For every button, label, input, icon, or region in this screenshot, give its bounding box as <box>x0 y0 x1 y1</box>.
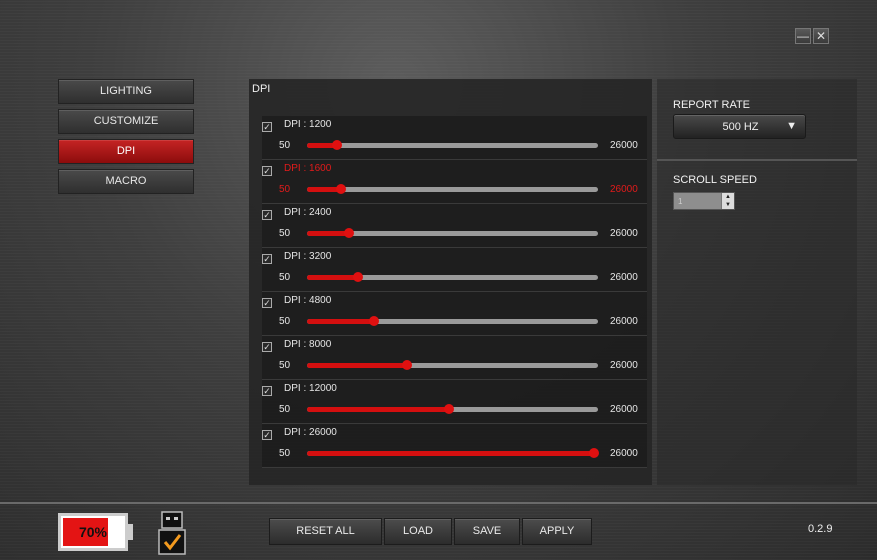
dpi-slider-thumb[interactable] <box>331 140 342 150</box>
report-rate-label: REPORT RATE <box>673 99 751 111</box>
dpi-slider[interactable] <box>307 316 598 326</box>
dpi-max-label: 26000 <box>610 272 638 283</box>
dpi-row: ✓ DPI : 1200 50 26000 <box>262 116 647 160</box>
dpi-level-label: DPI : 1200 <box>284 119 332 130</box>
save-button[interactable]: SAVE <box>454 518 520 545</box>
dpi-min-label: 50 <box>279 184 291 195</box>
dpi-min-label: 50 <box>279 360 291 371</box>
dpi-level-label: DPI : 8000 <box>284 339 332 350</box>
dpi-slider-fill <box>307 363 408 368</box>
nav-dpi[interactable]: DPI <box>58 139 194 164</box>
dpi-slider[interactable] <box>307 272 598 282</box>
dpi-level-label: DPI : 26000 <box>284 427 337 438</box>
version-label: 0.2.9 <box>808 523 833 535</box>
dpi-slider[interactable] <box>307 184 598 194</box>
dpi-level-list: ✓ DPI : 1200 50 26000 ✓ DPI : 1600 50 26… <box>262 116 647 468</box>
dpi-slider-fill <box>307 407 449 412</box>
dpi-min-label: 50 <box>279 228 291 239</box>
dpi-enable-checkbox[interactable]: ✓ <box>262 254 272 264</box>
dpi-slider-fill <box>307 275 358 280</box>
dpi-slider[interactable] <box>307 140 598 150</box>
spinbox-buttons: ▲ ▼ <box>721 193 734 209</box>
dpi-enable-checkbox[interactable]: ✓ <box>262 122 272 132</box>
dpi-slider-fill <box>307 451 594 456</box>
dpi-row: ✓ DPI : 2400 50 26000 <box>262 204 647 248</box>
dpi-slider-thumb[interactable] <box>589 448 599 458</box>
minimize-button[interactable]: — <box>795 28 811 44</box>
dpi-slider-fill <box>307 231 350 236</box>
scroll-speed-value: 1 <box>678 197 683 206</box>
dpi-row: ✓ DPI : 4800 50 26000 <box>262 292 647 336</box>
dpi-min-label: 50 <box>279 272 291 283</box>
dpi-slider-thumb[interactable] <box>402 360 413 370</box>
dpi-max-label: 26000 <box>610 228 638 239</box>
dpi-max-label: 26000 <box>610 448 638 459</box>
dpi-enable-checkbox[interactable]: ✓ <box>262 342 272 352</box>
dropdown-arrow-icon: ▼ <box>786 120 797 132</box>
nav-macro[interactable]: MACRO <box>58 169 194 194</box>
dpi-max-label: 26000 <box>610 184 638 195</box>
dpi-slider-thumb[interactable] <box>336 184 347 194</box>
dpi-row: ✓ DPI : 1600 50 26000 <box>262 160 647 204</box>
dpi-min-label: 50 <box>279 448 291 459</box>
dpi-slider-thumb[interactable] <box>344 228 355 238</box>
dpi-level-label: DPI : 4800 <box>284 295 332 306</box>
close-button[interactable]: ✕ <box>813 28 829 44</box>
report-rate-dropdown[interactable]: 500 HZ ▼ <box>673 114 806 139</box>
dpi-panel: DPI ✓ DPI : 1200 50 26000 ✓ DPI : 1600 5… <box>249 79 652 485</box>
scroll-speed-label: SCROLL SPEED <box>673 174 757 186</box>
battery-percent: 70% <box>78 524 108 540</box>
dpi-slider-thumb[interactable] <box>369 316 380 326</box>
load-button[interactable]: LOAD <box>384 518 452 545</box>
dpi-min-label: 50 <box>279 140 291 151</box>
footer-divider <box>0 502 877 504</box>
dpi-level-label: DPI : 12000 <box>284 383 337 394</box>
dpi-min-label: 50 <box>279 404 291 415</box>
dpi-slider-fill <box>307 319 375 324</box>
dpi-max-label: 26000 <box>610 404 638 415</box>
usb-connected-check-icon <box>156 510 188 556</box>
settings-panel: REPORT RATE 500 HZ ▼ SCROLL SPEED 1 ▲ ▼ <box>657 79 857 485</box>
dpi-enable-checkbox[interactable]: ✓ <box>262 298 272 308</box>
dpi-max-label: 26000 <box>610 360 638 371</box>
dpi-level-label: DPI : 3200 <box>284 251 332 262</box>
nav-customize[interactable]: CUSTOMIZE <box>58 109 194 134</box>
dpi-enable-checkbox[interactable]: ✓ <box>262 166 272 176</box>
dpi-row: ✓ DPI : 3200 50 26000 <box>262 248 647 292</box>
spin-up-arrow-icon[interactable]: ▲ <box>722 193 734 201</box>
dpi-slider[interactable] <box>307 228 598 238</box>
dpi-enable-checkbox[interactable]: ✓ <box>262 386 272 396</box>
settings-divider <box>657 159 857 161</box>
dpi-slider[interactable] <box>307 360 598 370</box>
nav-lighting[interactable]: LIGHTING <box>58 79 194 104</box>
dpi-panel-title: DPI <box>252 83 271 95</box>
reset-all-button[interactable]: RESET ALL <box>269 518 382 545</box>
dpi-level-label: DPI : 1600 <box>284 163 332 174</box>
dpi-slider-thumb[interactable] <box>443 404 454 414</box>
dpi-row: ✓ DPI : 26000 50 26000 <box>262 424 647 468</box>
dpi-min-label: 50 <box>279 316 291 327</box>
dpi-row: ✓ DPI : 8000 50 26000 <box>262 336 647 380</box>
dpi-slider[interactable] <box>307 448 599 458</box>
dpi-row: ✓ DPI : 12000 50 26000 <box>262 380 647 424</box>
dpi-slider[interactable] <box>307 404 598 414</box>
battery-indicator: 70% <box>58 513 128 551</box>
dpi-slider-thumb[interactable] <box>352 272 363 282</box>
dpi-max-label: 26000 <box>610 316 638 327</box>
dpi-level-label: DPI : 2400 <box>284 207 332 218</box>
dpi-max-label: 26000 <box>610 140 638 151</box>
side-nav: LIGHTING CUSTOMIZE DPI MACRO <box>58 79 194 199</box>
dpi-enable-checkbox[interactable]: ✓ <box>262 430 272 440</box>
battery-cap <box>128 524 133 540</box>
dpi-enable-checkbox[interactable]: ✓ <box>262 210 272 220</box>
spin-down-arrow-icon[interactable]: ▼ <box>722 201 734 209</box>
scroll-speed-spinbox[interactable]: 1 ▲ ▼ <box>673 192 735 210</box>
apply-button[interactable]: APPLY <box>522 518 592 545</box>
